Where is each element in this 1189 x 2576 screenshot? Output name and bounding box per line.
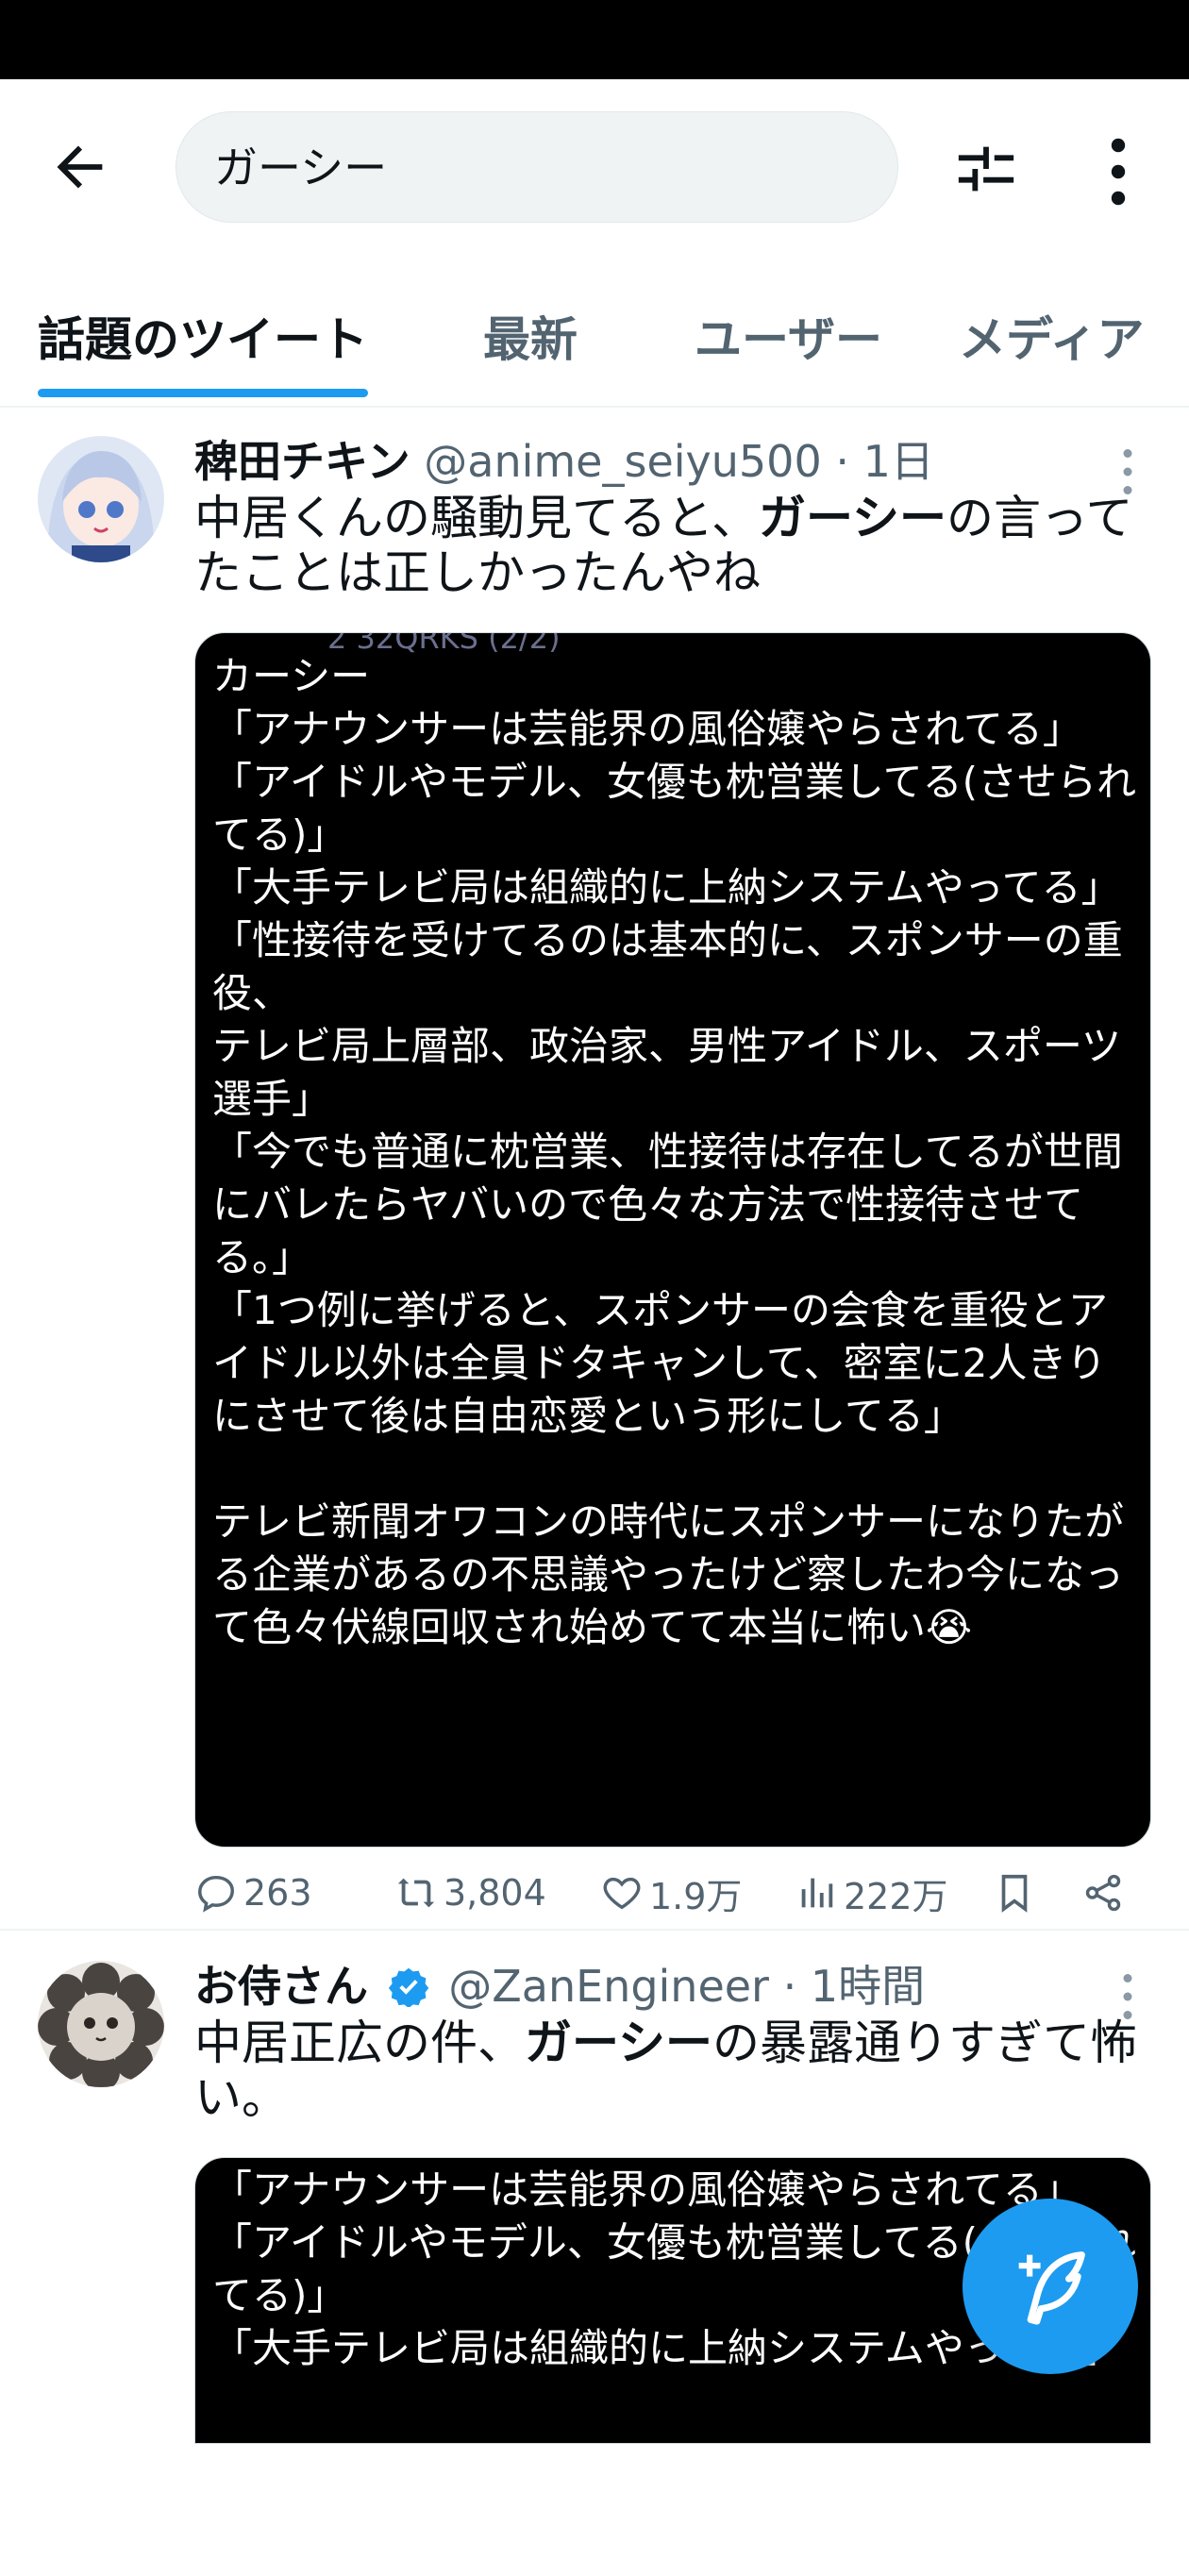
search-query: ガーシー [214, 142, 388, 193]
avatar-image [38, 436, 164, 562]
tweet[interactable]: 稗田チキン @anime_seiyu500 · 1日 中居くんの騒動見てると、ガ… [0, 406, 1189, 1931]
tab-top[interactable]: 話題のツイート [38, 302, 368, 370]
user-handle[interactable]: @ZanEngineer [448, 1961, 769, 2012]
bookmark-button[interactable] [993, 1865, 1042, 1921]
tab-latest[interactable]: 最新 [483, 302, 578, 370]
share-button[interactable] [1081, 1865, 1130, 1921]
view-count: 222万 [844, 1875, 948, 1917]
back-arrow-icon [57, 145, 103, 189]
separator-dot: · [782, 1961, 797, 2012]
media-text-block: カーシー 「アナウンサーは芸能界の風俗嬢やらされてる」 「アイドルやモデル、女優… [212, 650, 1137, 1654]
tweet-media-image[interactable]: 2 32QRKS (2/2) カーシー 「アナウンサーは芸能界の風俗嬢やらされて… [194, 632, 1151, 1848]
more-vertical-icon [1111, 138, 1126, 206]
search-input[interactable]: ガーシー [176, 111, 898, 223]
reply-count: 263 [243, 1872, 312, 1914]
separator-dot: · [835, 436, 849, 487]
display-name[interactable]: 稗田チキン [194, 436, 410, 487]
views-button[interactable]: 222万 [795, 1865, 948, 1921]
search-header: ガーシー [0, 79, 1189, 249]
media-text-line: 「1つ例に挙げると、スポンサーの会食を重役とアイドル以外は全員ドタキャンして、密… [212, 1287, 1109, 1439]
retweet-icon [397, 1878, 435, 1908]
media-blank-line [212, 1443, 1137, 1496]
tab-people[interactable]: ユーザー [695, 302, 882, 370]
tweet-timestamp[interactable]: 1日 [863, 436, 934, 487]
back-button[interactable] [47, 134, 132, 219]
avatar[interactable] [38, 1961, 164, 2087]
display-name[interactable]: お侍さん [194, 1961, 368, 2012]
tweet-header: お侍さん @ZanEngineer · 1時間 [194, 1955, 925, 2021]
avatar[interactable] [38, 436, 164, 562]
media-text-line: 「アイドルやモデル、女優も枕営業してる(させられてる)」 [212, 759, 1137, 858]
reply-icon [198, 1875, 234, 1913]
media-text-line: テレビ局上層部、政治家、男性アイドル、スポーツ選手」 [212, 1023, 1122, 1122]
views-icon [801, 1878, 833, 1908]
tweet-actions: 263 3,804 1.9万 222万 [194, 1857, 1157, 1925]
search-filter-button[interactable] [953, 136, 1019, 202]
tab-media[interactable]: メディア [959, 302, 1145, 370]
share-icon [1085, 1874, 1121, 1912]
media-text-line: 「アナウンサーは芸能界の風俗嬢やらされてる」 [212, 2166, 1082, 2213]
tweet-text: 中居正広の件、ガーシーの暴露通りすぎて怖い。 [194, 2016, 1147, 2125]
avatar-image [38, 1961, 164, 2087]
tweet-text: 中居くんの騒動見てると、ガーシーの言ってたことは正しかったんやね [194, 491, 1147, 600]
active-tab-indicator [38, 389, 368, 397]
tweet-text-part: 中居くんの騒動見てると、 [194, 491, 759, 545]
media-text-line: 「大手テレビ局は組織的に上納システムやってる」 [212, 864, 1121, 911]
tweet-header: 稗田チキン @anime_seiyu500 · 1日 [194, 430, 934, 496]
system-status-bar [0, 0, 1189, 79]
filter-sliders-icon [958, 146, 1014, 192]
media-text-line: カーシー [212, 653, 371, 699]
media-text-line: 「今でも普通に枕営業、性接待は存在してるが世間にバレたらヤバいので色々な方法で性… [212, 1129, 1123, 1280]
search-tabs: 話題のツイート 最新 ユーザー メディア [0, 274, 1189, 408]
compose-tweet-button[interactable] [963, 2199, 1138, 2374]
search-term-highlight: ガーシー [759, 491, 946, 545]
user-handle[interactable]: @anime_seiyu500 [424, 436, 821, 487]
tweet-text-part: 中居正広の件、 [194, 2016, 525, 2070]
more-options-button[interactable] [1095, 134, 1142, 209]
bookmark-icon [1001, 1874, 1028, 1913]
media-text-line: 「性接待を受けてるのは基本的に、スポンサーの重役、 [212, 917, 1123, 1016]
compose-icon [1018, 2251, 1085, 2325]
retweet-button[interactable]: 3,804 [394, 1865, 546, 1921]
media-text-line: 「アナウンサーは芸能界の風俗嬢やらされてる」 [212, 706, 1082, 752]
verified-badge-icon [388, 1967, 428, 2007]
like-icon [603, 1877, 641, 1910]
like-button[interactable]: 1.9万 [600, 1865, 742, 1921]
reply-button[interactable]: 263 [194, 1865, 312, 1921]
search-term-highlight: ガーシー [525, 2016, 712, 2070]
like-count: 1.9万 [649, 1875, 743, 1917]
retweet-count: 3,804 [444, 1872, 546, 1914]
tweet-timestamp[interactable]: 1時間 [811, 1961, 925, 2012]
media-text-line: テレビ新聞オワコンの時代にスポンサーになりたがる企業があるの不思議やったけど察し… [212, 1498, 1125, 1650]
